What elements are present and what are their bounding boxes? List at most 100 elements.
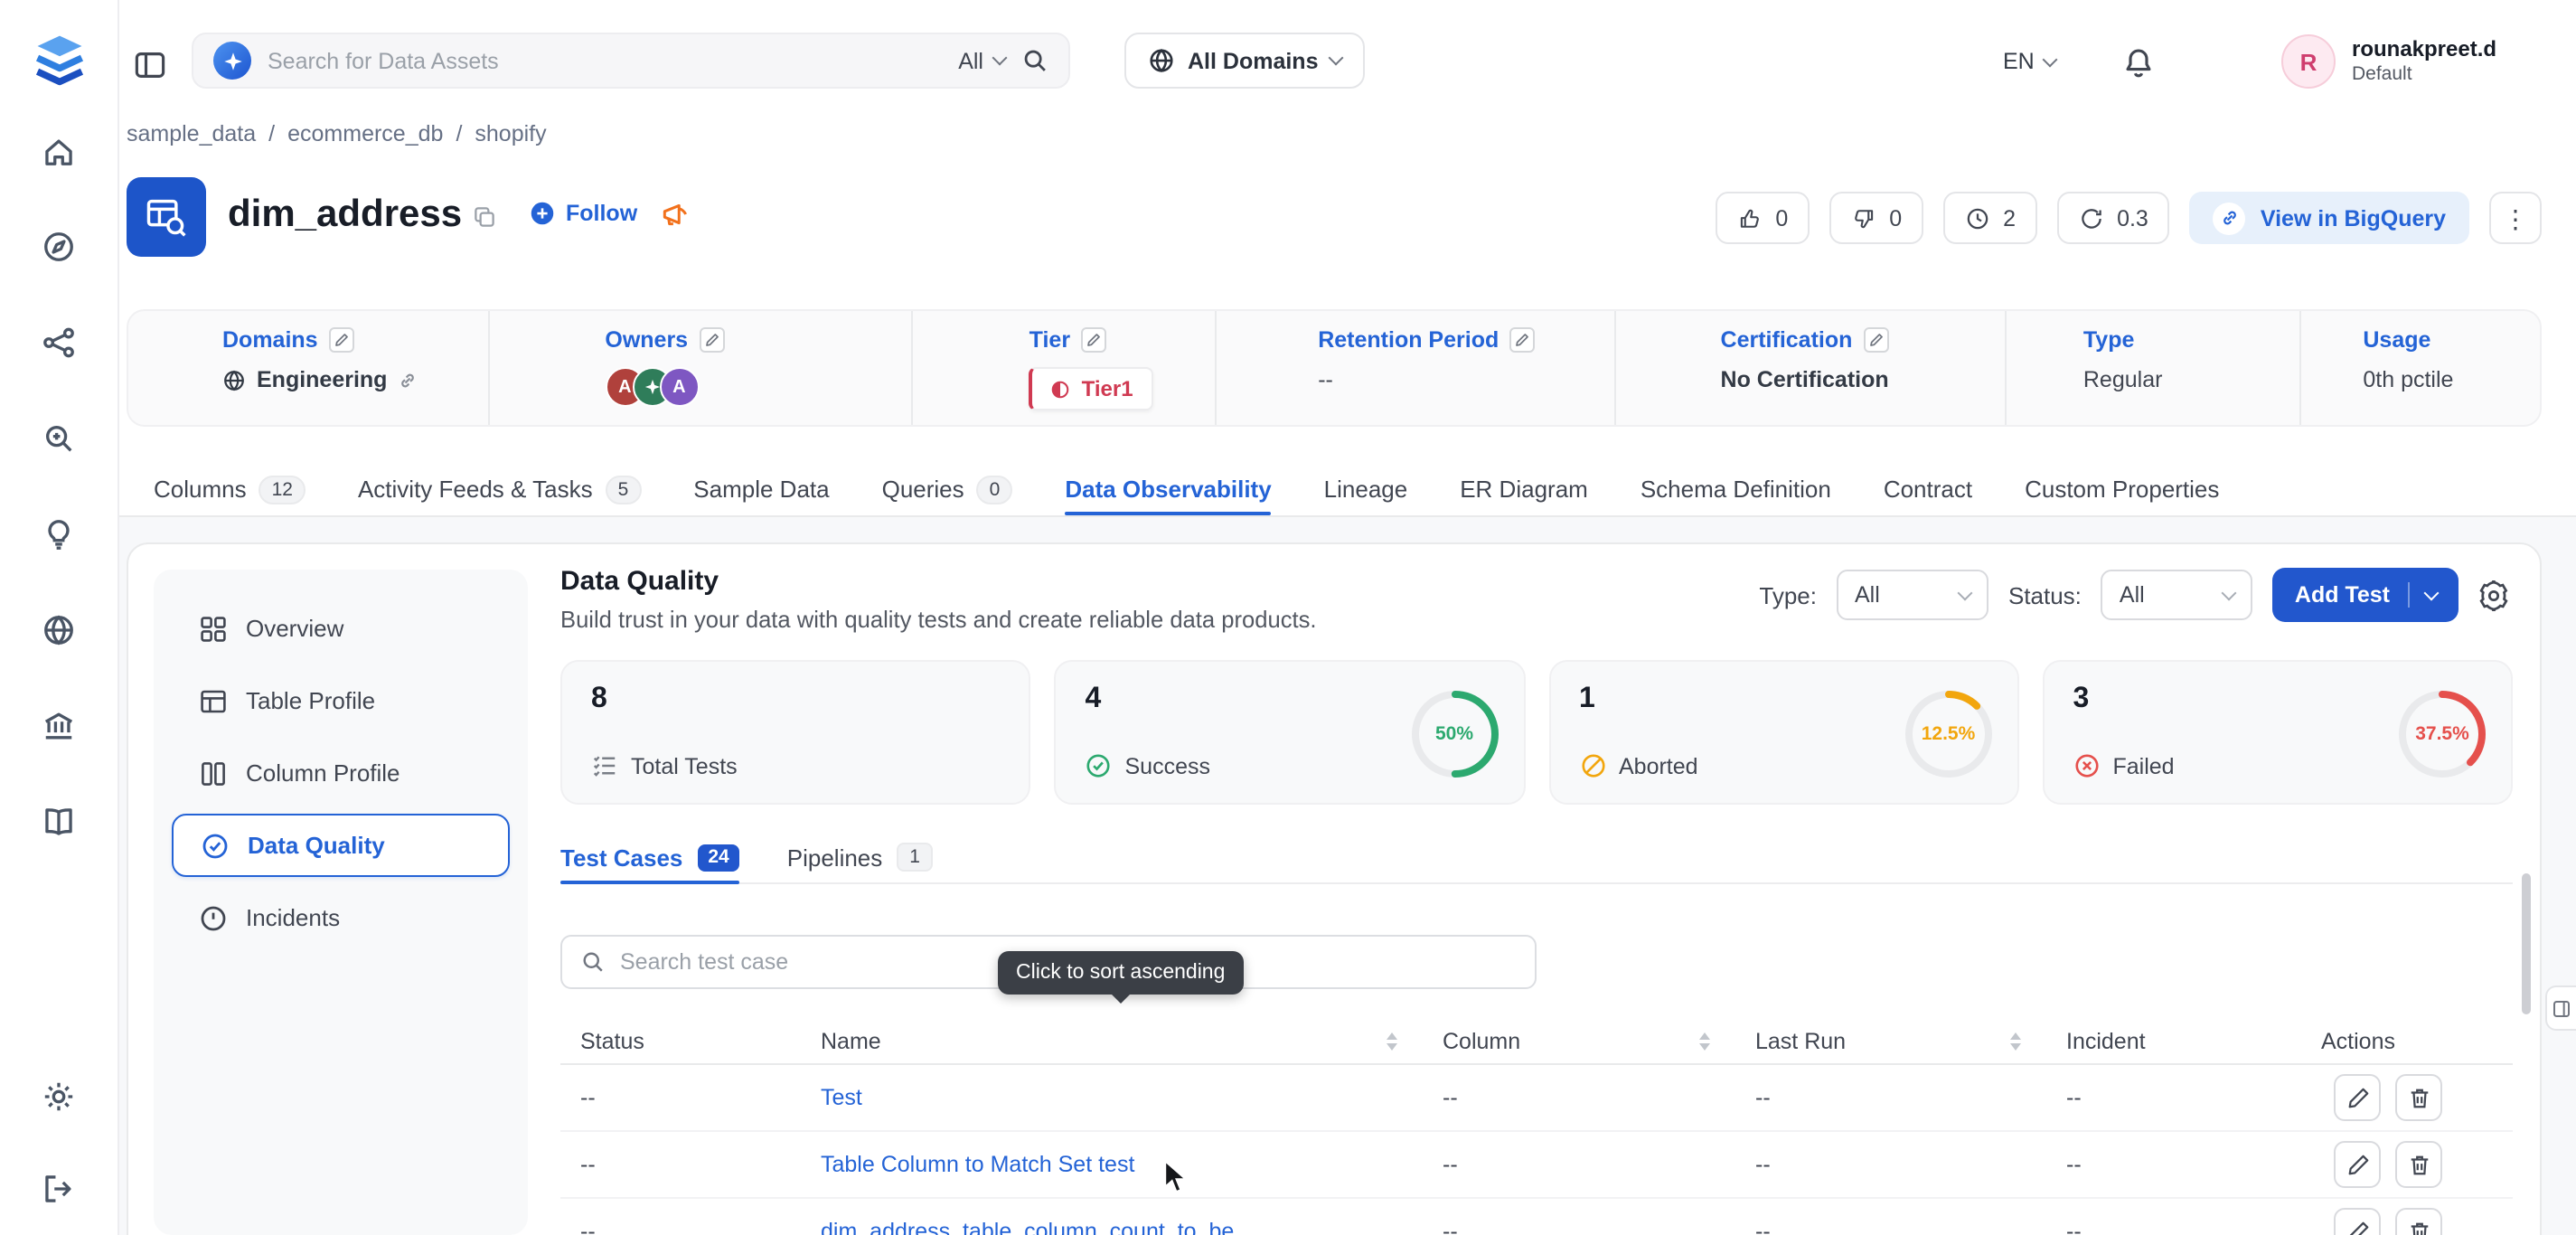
home-icon[interactable]: [41, 132, 77, 168]
quality-settings-gear-icon[interactable]: [2478, 580, 2509, 610]
status-filter-select[interactable]: All: [2101, 570, 2253, 620]
views-button[interactable]: 2: [1943, 192, 2037, 244]
cell-column: --: [1423, 1085, 1735, 1110]
insights-icon[interactable]: [41, 515, 77, 552]
user-menu[interactable]: R rounakpreet.d Default: [2281, 34, 2576, 89]
upvote-button[interactable]: 0: [1716, 192, 1810, 244]
subnav-data-quality[interactable]: Data Quality: [172, 814, 510, 877]
total-tests-card: 8 Total Tests: [560, 660, 1031, 805]
tier-chip[interactable]: Tier1: [1029, 367, 1153, 410]
cell-column: --: [1423, 1152, 1735, 1177]
failed-percent: 37.5%: [2395, 687, 2489, 781]
domains-globe-icon[interactable]: [41, 611, 77, 647]
explore-compass-icon[interactable]: [41, 228, 77, 264]
version-button[interactable]: 0.3: [2057, 192, 2170, 244]
sidebar-toggle-icon[interactable]: [134, 47, 170, 83]
tab-data-observability[interactable]: Data Observability: [1065, 463, 1271, 515]
view-in-bigquery-button[interactable]: View in BigQuery: [2190, 192, 2469, 244]
cell-name: Table Column to Match Set test: [801, 1152, 1423, 1177]
breadcrumb-item[interactable]: ecommerce_db: [287, 121, 443, 146]
tab-lineage[interactable]: Lineage: [1324, 463, 1408, 515]
owner-avatars[interactable]: A A: [605, 367, 911, 407]
tab-columns[interactable]: Columns12: [154, 463, 306, 515]
aborted-donut: 12.5%: [1902, 687, 1996, 781]
more-options-kebab-icon[interactable]: ⋮: [2489, 192, 2542, 244]
header-last-run[interactable]: Last Run: [1735, 1016, 2046, 1065]
test-case-link[interactable]: dim_address_table_column_count_to_be: [821, 1219, 1234, 1235]
success-percent: 50%: [1407, 687, 1501, 781]
owner-avatar[interactable]: A: [659, 367, 699, 407]
tab-pipelines[interactable]: Pipelines 1: [787, 835, 933, 882]
edit-retention-icon[interactable]: [1509, 327, 1535, 353]
test-case-link[interactable]: Test: [821, 1085, 862, 1110]
domain-selector-value: All Domains: [1188, 48, 1319, 73]
delete-test-icon[interactable]: [2395, 1141, 2442, 1188]
usage-label: Usage: [2363, 327, 2430, 353]
tab-er-diagram[interactable]: ER Diagram: [1460, 463, 1588, 515]
breadcrumb-item[interactable]: sample_data: [127, 121, 256, 146]
tab-queries[interactable]: Queries0: [882, 463, 1013, 515]
downvote-button[interactable]: 0: [1829, 192, 1923, 244]
edit-domains-icon[interactable]: [329, 327, 354, 353]
data-quality-description: Build trust in your data with quality te…: [560, 606, 1317, 633]
settings-gear-icon[interactable]: [41, 1078, 77, 1114]
edit-test-icon[interactable]: [2334, 1141, 2381, 1188]
subnav-incidents[interactable]: Incidents: [172, 886, 510, 949]
success-label: Success: [1125, 753, 1211, 778]
domains-value[interactable]: Engineering: [257, 367, 387, 392]
language-value: EN: [2003, 49, 2035, 74]
vertical-scrollbar-thumb[interactable]: [2522, 873, 2531, 1014]
table-icon: [199, 686, 228, 715]
app-logo-icon[interactable]: [26, 27, 91, 92]
header-name[interactable]: Name: [801, 1016, 1423, 1065]
edit-test-icon[interactable]: [2334, 1074, 2381, 1121]
copy-icon[interactable]: [472, 204, 497, 230]
logout-icon[interactable]: [41, 1170, 77, 1206]
edit-owners-icon[interactable]: [699, 327, 724, 353]
global-search-input[interactable]: Search for Data Assets All: [192, 33, 1070, 89]
edit-certification-icon[interactable]: [1863, 327, 1888, 353]
type-filter-label: Type:: [1759, 581, 1817, 608]
version-value: 0.3: [2117, 205, 2148, 231]
search-scope-dropdown[interactable]: All: [958, 48, 1005, 73]
discovery-search-icon[interactable]: [41, 420, 77, 456]
add-test-button[interactable]: Add Test: [2273, 568, 2458, 622]
language-selector[interactable]: EN: [2003, 36, 2056, 87]
subnav-table-profile[interactable]: Table Profile: [172, 669, 510, 732]
entity-tabs: Columns12 Activity Feeds & Tasks5 Sample…: [154, 463, 2219, 515]
observability-subnav: Overview Table Profile Column Profile Da…: [154, 570, 528, 1235]
grid-icon: [199, 614, 228, 643]
notifications-bell-icon[interactable]: [2122, 47, 2155, 80]
follow-button[interactable]: Follow: [530, 201, 637, 226]
tab-custom-properties[interactable]: Custom Properties: [2025, 463, 2219, 515]
type-filter-select[interactable]: All: [1837, 570, 1988, 620]
delete-test-icon[interactable]: [2395, 1074, 2442, 1121]
test-case-link[interactable]: Table Column to Match Set test: [821, 1152, 1134, 1177]
announcement-icon[interactable]: [660, 199, 691, 230]
edit-test-icon[interactable]: [2334, 1208, 2381, 1235]
tab-sample-data[interactable]: Sample Data: [693, 463, 829, 515]
subnav-column-profile[interactable]: Column Profile: [172, 741, 510, 805]
meta-retention: Retention Period --: [1217, 311, 1615, 425]
tab-test-cases[interactable]: Test Cases 24: [560, 835, 740, 882]
header-column[interactable]: Column: [1423, 1016, 1735, 1065]
tab-schema-definition[interactable]: Schema Definition: [1641, 463, 1831, 515]
table-row: -- Table Column to Match Set test -- -- …: [560, 1132, 2513, 1199]
right-panel-handle[interactable]: [2545, 985, 2576, 1031]
tab-activity-feeds[interactable]: Activity Feeds & Tasks5: [358, 463, 641, 515]
version-history-icon: [2079, 205, 2104, 231]
domain-selector[interactable]: All Domains: [1124, 33, 1366, 89]
meta-type: Type Regular: [2007, 311, 2302, 425]
delete-test-icon[interactable]: [2395, 1208, 2442, 1235]
search-icon[interactable]: [1021, 47, 1048, 74]
tab-contract[interactable]: Contract: [1884, 463, 1972, 515]
lineage-graph-icon[interactable]: [41, 324, 77, 360]
edit-tier-icon[interactable]: [1081, 327, 1106, 353]
type-value: Regular: [2083, 367, 2300, 392]
breadcrumb-item[interactable]: shopify: [475, 121, 546, 146]
glossary-book-icon[interactable]: [41, 803, 77, 839]
governance-bank-icon[interactable]: [41, 707, 77, 743]
subnav-overview[interactable]: Overview: [172, 597, 510, 660]
thumbs-down-icon: [1851, 205, 1876, 231]
views-count: 2: [2003, 205, 2016, 231]
